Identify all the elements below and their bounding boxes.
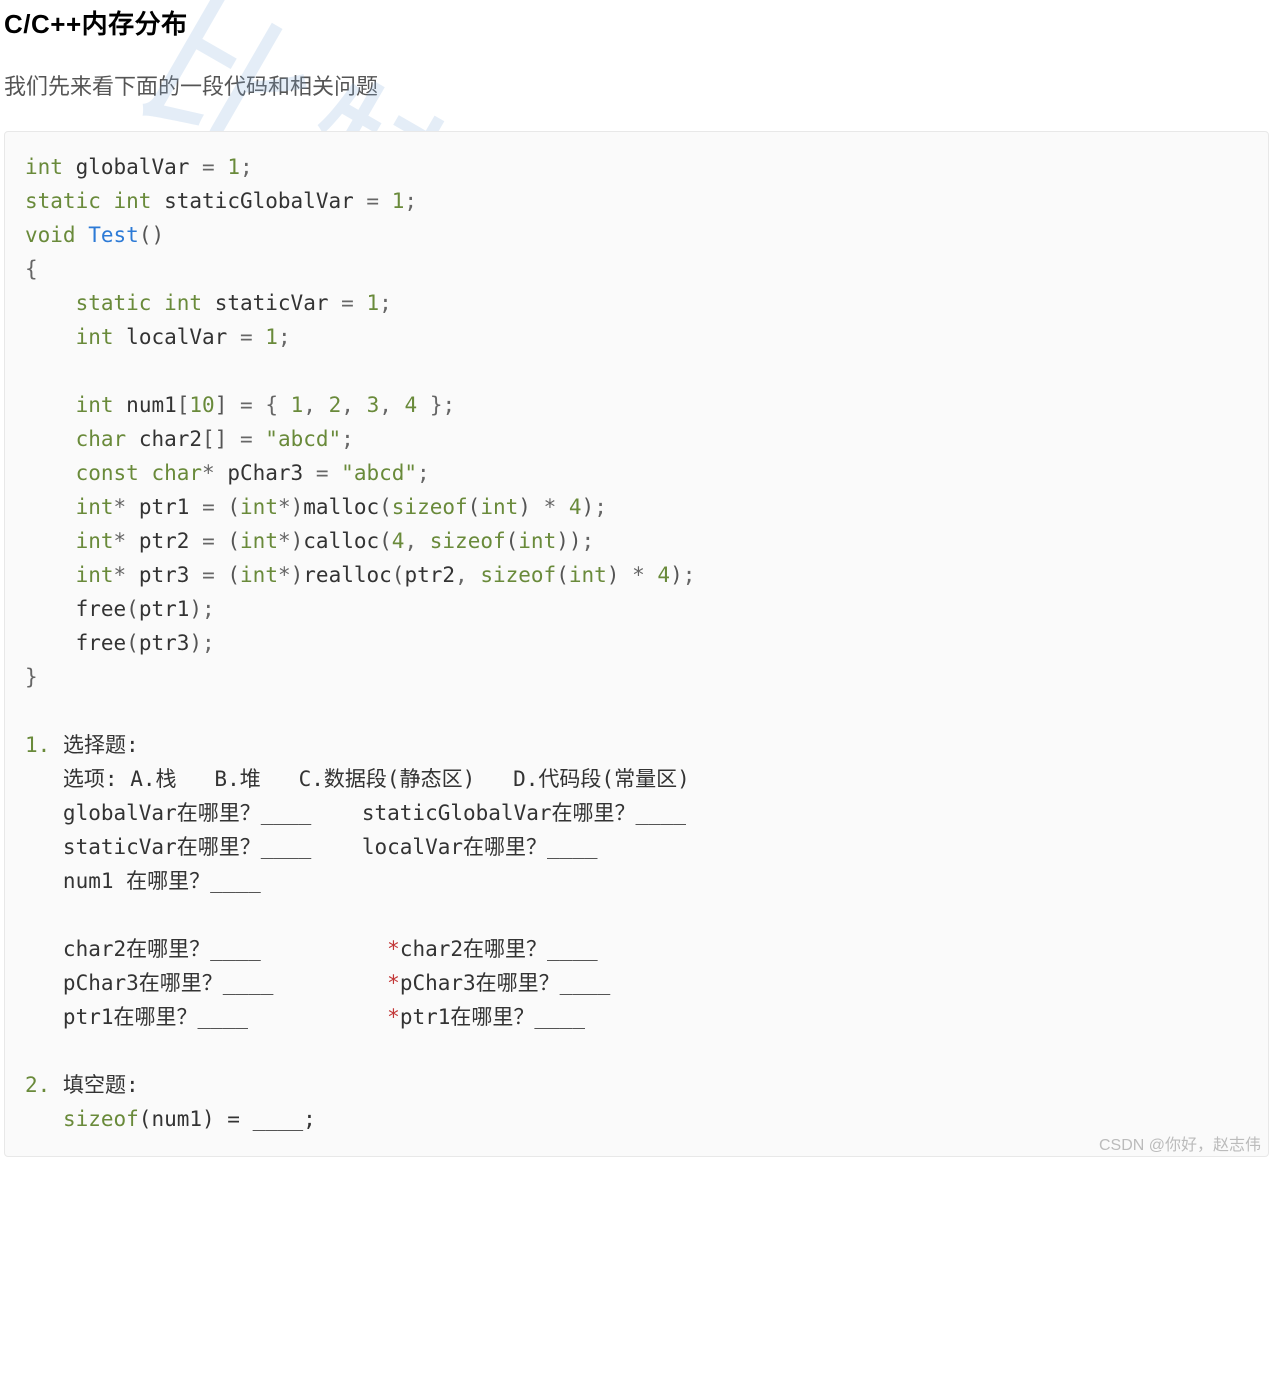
fn-free: free — [76, 597, 127, 621]
id-ptr2: ptr2 — [139, 529, 190, 553]
q1-line1: globalVar在哪里？____ staticGlobalVar在哪里？___… — [25, 801, 686, 825]
q1-line6a: ptr1在哪里？____ — [25, 1005, 387, 1029]
q1-line4b: char2在哪里？____ — [400, 937, 598, 961]
intro-paragraph: 我们先来看下面的一段代码和相关问题 — [4, 69, 1269, 101]
id-globalVar: globalVar — [76, 155, 190, 179]
kw-void: void — [25, 223, 76, 247]
kw-int: int — [25, 155, 63, 179]
page-heading: C/C++内存分布 — [4, 4, 1269, 41]
id-ptr3: ptr3 — [139, 563, 190, 587]
fn-malloc: malloc — [303, 495, 379, 519]
kw-const: const — [76, 461, 139, 485]
q1-line5a: pChar3在哪里？____ — [25, 971, 387, 995]
q2-line1a — [25, 1107, 63, 1131]
deref-star: * — [387, 937, 400, 961]
q2-title: 填空题: — [63, 1073, 139, 1097]
q1-line5b: pChar3在哪里？____ — [400, 971, 610, 995]
q1-line4a: char2在哪里？____ — [25, 937, 387, 961]
id-staticGlobalVar: staticGlobalVar — [164, 189, 354, 213]
kw-sizeof: sizeof — [392, 495, 468, 519]
q1-line3: num1 在哪里？____ — [25, 869, 261, 893]
q1-title: 选择题: — [63, 733, 139, 757]
id-localVar: localVar — [126, 325, 227, 349]
deref-star: * — [387, 971, 400, 995]
id-staticVar: staticVar — [215, 291, 329, 315]
lit-one: 1 — [227, 155, 240, 179]
code-block: int globalVar = 1; static int staticGlob… — [4, 131, 1269, 1157]
q1-number: 1. — [25, 733, 50, 757]
deref-star: * — [387, 1005, 400, 1029]
lit-ten: 10 — [189, 393, 214, 417]
fn-calloc: calloc — [303, 529, 379, 553]
q1-line2: staticVar在哪里？____ localVar在哪里？____ — [25, 835, 598, 859]
fn-realloc: realloc — [303, 563, 392, 587]
fn-Test: Test — [88, 223, 139, 247]
lit-abcd: "abcd" — [265, 427, 341, 451]
q1-options: 选项: A.栈 B.堆 C.数据段(静态区) D.代码段(常量区) — [25, 767, 690, 791]
id-num1: num1 — [126, 393, 177, 417]
q2-number: 2. — [25, 1073, 50, 1097]
q1-line6b: ptr1在哪里？____ — [400, 1005, 585, 1029]
id-char2: char2 — [139, 427, 202, 451]
id-ptr1: ptr1 — [139, 495, 190, 519]
q2-line1b: (num1) = ____; — [139, 1107, 316, 1131]
kw-sizeof-q: sizeof — [63, 1107, 139, 1131]
id-pChar3: pChar3 — [227, 461, 303, 485]
kw-static: static — [25, 189, 101, 213]
footer-credit: CSDN @你好，赵志伟 — [1099, 1131, 1261, 1155]
